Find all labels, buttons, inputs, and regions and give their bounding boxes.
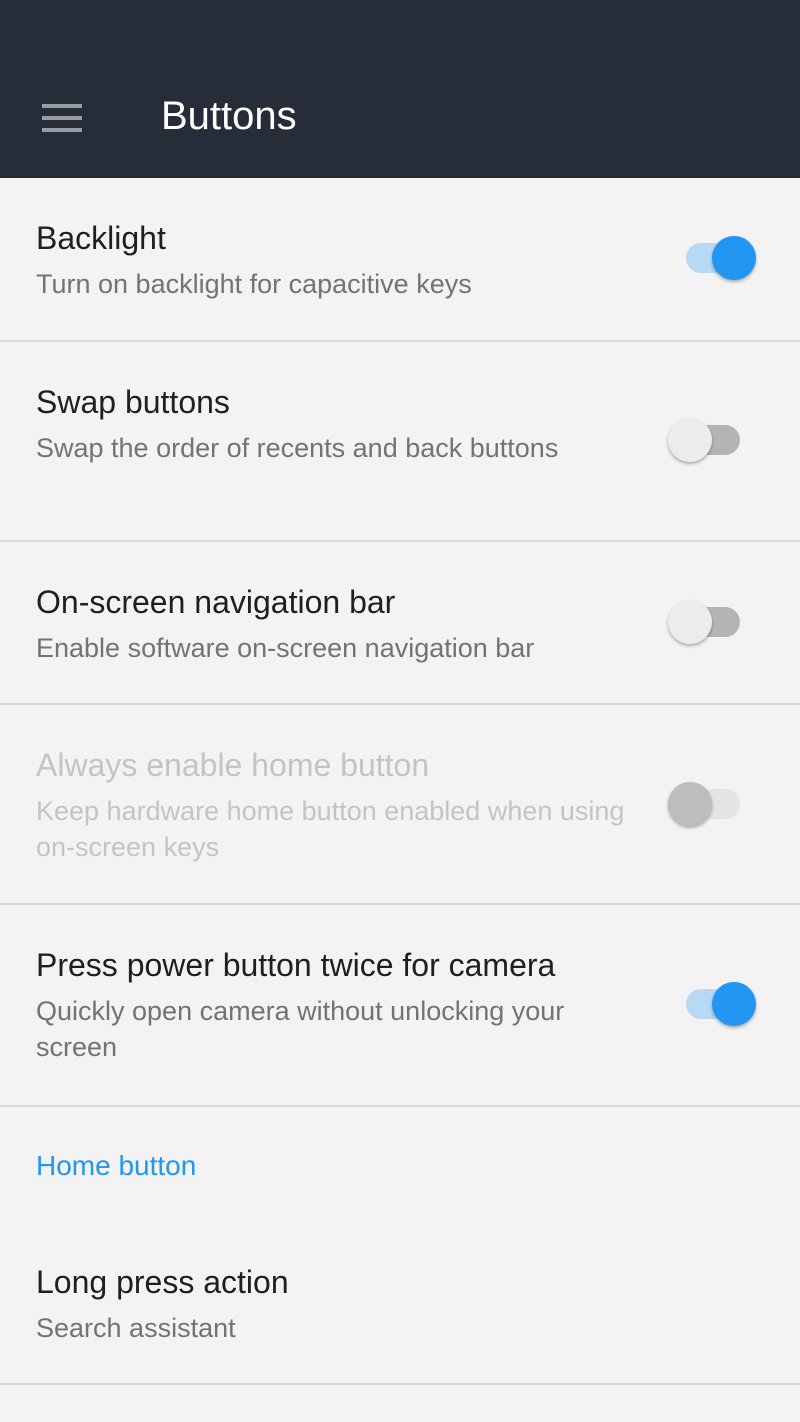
- setting-summary: Keep hardware home button enabled when u…: [36, 796, 625, 862]
- setting-title: Long press action: [36, 1264, 289, 1300]
- setting-power-camera[interactable]: Press power button twice for camera Quic…: [0, 905, 800, 1107]
- always-enable-home-toggle: [668, 782, 740, 826]
- power-camera-toggle[interactable]: [686, 982, 756, 1026]
- swap-buttons-toggle[interactable]: [668, 418, 740, 462]
- setting-title: Backlight: [36, 220, 166, 256]
- app-bar: Buttons: [0, 0, 800, 178]
- setting-summary: Search assistant: [36, 1313, 236, 1343]
- setting-summary: Quickly open camera without unlocking yo…: [36, 996, 565, 1062]
- setting-summary: Turn on backlight for capacitive keys: [36, 269, 472, 299]
- category-home-button: Home button: [36, 1150, 197, 1181]
- setting-backlight[interactable]: Backlight Turn on backlight for capaciti…: [0, 178, 800, 342]
- setting-summary: Swap the order of recents and back butto…: [36, 433, 559, 463]
- page-title: Buttons: [161, 94, 297, 138]
- setting-title: Swap buttons: [36, 384, 230, 420]
- backlight-toggle[interactable]: [686, 236, 756, 280]
- setting-title: Press power button twice for camera: [36, 947, 556, 983]
- on-screen-nav-bar-toggle[interactable]: [668, 600, 740, 644]
- hamburger-menu-icon[interactable]: [42, 104, 82, 132]
- setting-long-press-action[interactable]: Long press action Search assistant: [0, 1222, 800, 1385]
- setting-title: On-screen navigation bar: [36, 584, 396, 620]
- setting-title: Always enable home button: [36, 747, 430, 783]
- setting-swap-buttons[interactable]: Swap buttons Swap the order of recents a…: [0, 342, 800, 542]
- setting-summary: Enable software on-screen navigation bar: [36, 633, 535, 663]
- setting-on-screen-nav-bar[interactable]: On-screen navigation bar Enable software…: [0, 542, 800, 705]
- setting-always-enable-home: Always enable home button Keep hardware …: [0, 705, 800, 905]
